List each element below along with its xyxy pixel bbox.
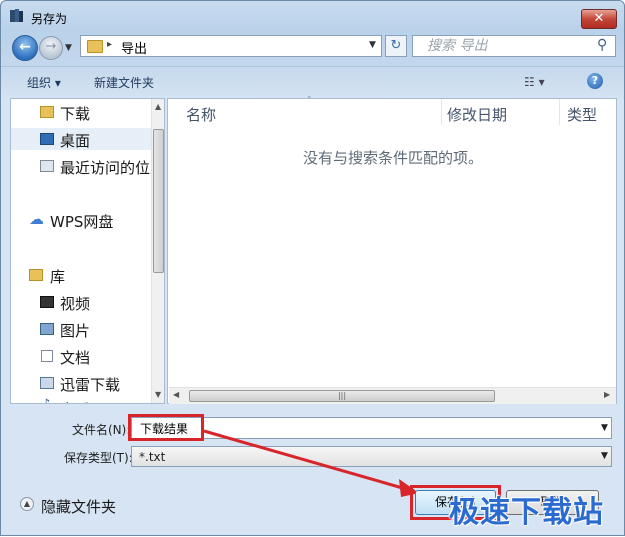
chevron-up-icon: ▲ <box>20 497 34 511</box>
watermark: 极速下载站 <box>449 495 604 530</box>
save-as-dialog: 另存为 ✕ ← → ▼ ▸ 导出 ▼ ↻ ⚲ 组织 ▾ 新建文件夹 ☷ ▾ ? … <box>0 0 625 536</box>
annotation-arrow <box>203 429 419 497</box>
